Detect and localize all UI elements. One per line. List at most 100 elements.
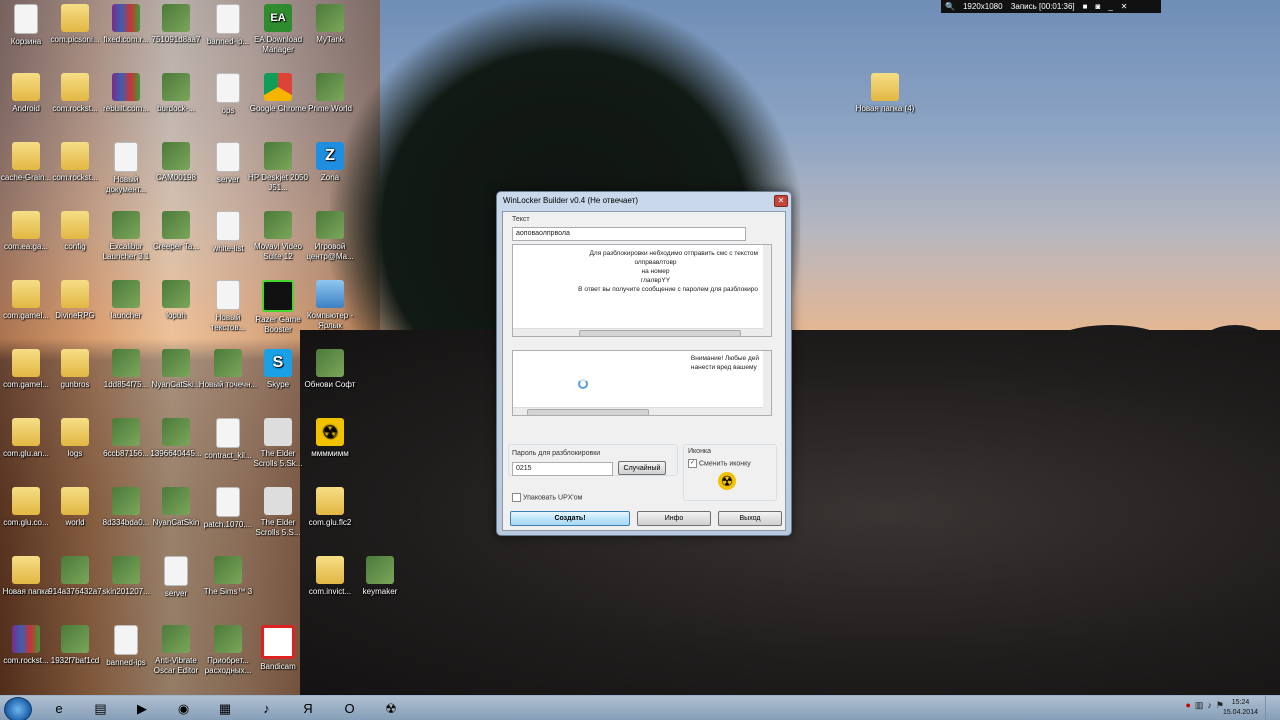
folder-icon [871, 73, 899, 101]
desktop-icon-label: server [164, 589, 188, 598]
volume-icon[interactable]: ♪ [1207, 700, 1212, 711]
start-button[interactable] [4, 697, 32, 720]
desktop-icon[interactable]: lopuh [146, 280, 206, 321]
desktop-icon[interactable]: NyanCatSki... [146, 349, 206, 390]
desktop-icon[interactable]: Bandicam [248, 625, 308, 672]
desktop-icon[interactable]: Новая папка (4) [855, 73, 915, 114]
folder-icon [12, 418, 40, 446]
text-input[interactable]: аоповаолпрвола [512, 227, 746, 241]
camera-icon[interactable]: ◙ [1095, 0, 1100, 13]
vertical-scrollbar[interactable] [763, 245, 771, 336]
desktop-icon[interactable]: The Elder Scrolls 5.Sk... [248, 418, 308, 469]
network-icon[interactable]: ▥ [1195, 700, 1204, 711]
change-icon-label: Сменить иконку [699, 460, 751, 468]
desktop-icon[interactable]: Обнови Софт [300, 349, 360, 390]
upx-checkbox[interactable]: Упаковать UPX'ом [512, 493, 582, 502]
desktop-icon[interactable]: EA EA Download Manager [248, 4, 308, 55]
info-button[interactable]: Инфо [637, 511, 711, 526]
desktop-icon[interactable]: Google Chrome [248, 73, 308, 114]
desktop-icon[interactable]: HP Deskjet 2050 J51... [248, 142, 308, 193]
desktop-icon-label: Skype [266, 380, 290, 389]
desktop-icon[interactable]: server [146, 556, 206, 599]
skype-icon: S [264, 349, 292, 377]
desktop-icon[interactable]: The Elder Scrolls 5.S... [248, 487, 308, 538]
doc-icon [114, 625, 138, 655]
desktop-icon[interactable]: S Skype [248, 349, 308, 390]
title-bar[interactable]: WinLocker Builder v0.4 (Не отвечает) ✕ [497, 192, 791, 210]
minecraft-icon[interactable]: ▦ [208, 698, 242, 719]
desktop-icon[interactable]: Prime World [300, 73, 360, 114]
sky-icon [264, 418, 292, 446]
desktop-icon-label: Игровой центр@Ma... [306, 242, 354, 261]
desktop-icon[interactable]: CAM00198 [146, 142, 206, 183]
desktop-icon[interactable]: Movavi Video Suite 12 [248, 211, 308, 262]
sky-icon [264, 487, 292, 515]
explorer-icon[interactable]: ▤ [84, 698, 118, 719]
desktop-icon-label: Обнови Софт [304, 380, 356, 389]
yandex-icon[interactable]: Я [291, 698, 325, 719]
vertical-scrollbar[interactable] [763, 351, 771, 415]
horizontal-scrollbar[interactable] [513, 407, 764, 415]
upx-label: Упаковать UPX'ом [523, 494, 583, 502]
app-icon [112, 556, 140, 584]
desktop-icon[interactable]: Компьютер - Ярлык [300, 280, 360, 331]
desktop-icon[interactable]: 1396640445... [146, 418, 206, 459]
show-desktop-button[interactable] [1265, 696, 1280, 720]
recording-status: Запись [00:01:36] [1010, 2, 1075, 11]
opera-icon[interactable]: O [333, 698, 367, 719]
password-input[interactable]: 0215 [512, 462, 613, 476]
checkbox-unchecked-icon[interactable] [512, 493, 521, 502]
sound-icon[interactable]: ♪ [250, 698, 284, 719]
folder-icon [12, 349, 40, 377]
app-icon [162, 418, 190, 446]
desktop-icon[interactable]: ☢ ммммимм [300, 418, 360, 459]
folder-icon [316, 556, 344, 584]
chrome-icon[interactable]: ◉ [167, 698, 201, 719]
app-icon [61, 556, 89, 584]
app-icon [316, 73, 344, 101]
close-icon[interactable]: ✕ [1121, 0, 1128, 13]
desktop-icon[interactable]: Creeper Ta... [146, 211, 206, 252]
desktop-icon-label: Компьютер - Ярлык [306, 311, 354, 330]
winlocker-builder-window[interactable]: WinLocker Builder v0.4 (Не отвечает) ✕ Т… [496, 191, 792, 536]
desktop-icon[interactable]: Anti-Vibrate Oscar Editor [146, 625, 206, 676]
desktop-icon[interactable]: MyTank [300, 4, 360, 45]
close-button[interactable]: ✕ [774, 195, 788, 207]
minimize-icon[interactable]: _ [1108, 0, 1112, 13]
ie-icon[interactable]: e [42, 698, 76, 719]
clock-date: 15.04.2014 [1222, 709, 1258, 716]
warning-textarea[interactable]: Внимание! Любые дей нанести вред вашему [512, 350, 772, 416]
icon-label: Иконка [688, 448, 712, 455]
create-button[interactable]: Создать! [510, 511, 630, 526]
checkbox-checked-icon[interactable]: ✓ [688, 459, 697, 468]
desktop-icon[interactable]: burdock-... [146, 73, 206, 114]
change-icon-checkbox[interactable]: ✓ Сменить иконку [688, 459, 751, 468]
clock[interactable]: 15:24 15.04.2014 [1223, 698, 1258, 718]
desktop-icon[interactable]: The Sims™ 3 [198, 556, 258, 597]
winlocker-icon[interactable]: ☢ [374, 698, 408, 719]
desktop-icon[interactable]: com.glu.flc2 [300, 487, 360, 528]
app-icon [162, 4, 190, 32]
app-icon [264, 142, 292, 170]
desktop-icon[interactable]: com.invict... [300, 556, 360, 597]
record-icon[interactable]: ● [1185, 700, 1190, 711]
media-player-icon[interactable]: ▶ [125, 698, 159, 719]
scroll-thumb[interactable] [527, 409, 649, 415]
desktop-icon[interactable]: Z Zona [300, 142, 360, 183]
message-textarea[interactable]: Для разблокировки небходимо отправить см… [512, 244, 772, 337]
bandicam-recorder-bar[interactable]: 🔍 1920x1080 Запись [00:01:36] ■ ◙ _ ✕ [941, 0, 1161, 13]
system-tray[interactable]: ● ▥ ♪ ⚑ [1185, 700, 1224, 711]
doc-icon [216, 4, 240, 34]
desktop-icon[interactable]: 751091d8aa7 [146, 4, 206, 45]
random-button[interactable]: Случайный [618, 461, 666, 475]
desktop-icon[interactable]: NyanCatSkin [146, 487, 206, 528]
stop-icon[interactable]: ■ [1083, 0, 1088, 13]
exit-button[interactable]: Выход [718, 511, 782, 526]
horizontal-scrollbar[interactable] [513, 328, 764, 336]
desktop-icon[interactable]: Razer Game Booster [248, 280, 308, 335]
razer-icon [262, 280, 294, 312]
scroll-thumb[interactable] [579, 330, 741, 336]
message-line: В ответ вы получите сообщение с паролем … [578, 286, 758, 293]
app-icon [112, 418, 140, 446]
desktop-icon[interactable]: Игровой центр@Ma... [300, 211, 360, 262]
